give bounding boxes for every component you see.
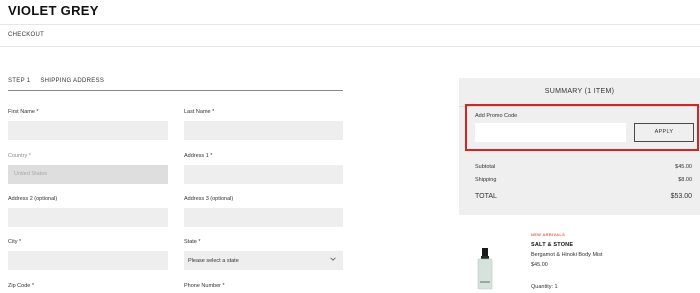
address1-label: Address 1 * (184, 153, 213, 159)
shipping-row: Shipping $8.00 (475, 177, 692, 183)
subtotal-label: Subtotal (475, 164, 496, 170)
product-brand[interactable]: SALT & STONE (531, 242, 573, 248)
order-summary: SUMMARY (1 ITEM) Add Promo Code APPLY Su… (459, 78, 700, 215)
city-field[interactable] (8, 251, 168, 270)
subtotal-row: Subtotal $45.00 (475, 164, 692, 170)
total-label: TOTAL (475, 193, 497, 200)
promo-code-input[interactable] (475, 123, 626, 142)
step-divider (8, 90, 343, 91)
state-select[interactable]: Please select a state (184, 251, 343, 270)
promo-label: Add Promo Code (475, 113, 518, 119)
shipping-label: Shipping (475, 177, 497, 183)
subtotal-value: $45.00 (675, 164, 692, 170)
product-price: $45.00 (531, 262, 548, 268)
bottle-icon (477, 248, 493, 290)
country-field: United States (8, 165, 168, 184)
site-header: VIOLET GREY (0, 0, 700, 25)
address2-field[interactable] (8, 208, 168, 227)
logo[interactable]: VIOLET GREY (8, 3, 99, 18)
step-title: SHIPPING ADDRESS (40, 78, 105, 84)
total-value: $53.00 (670, 193, 692, 200)
state-label: State * (184, 239, 201, 245)
summary-title: SUMMARY (1 ITEM) (544, 88, 615, 95)
address3-label: Address 3 (optional) (184, 196, 234, 202)
step-heading: STEP 1 SHIPPING ADDRESS (8, 78, 104, 84)
apply-button[interactable]: APPLY (634, 123, 694, 142)
step-number: STEP 1 (8, 78, 31, 84)
country-value: United States (14, 171, 48, 177)
last-name-label: Last Name * (184, 109, 215, 115)
total-row: TOTAL $53.00 (475, 193, 692, 200)
country-label: Country * (8, 153, 31, 159)
first-name-label: First Name * (8, 109, 39, 115)
shipping-value: $8.00 (678, 177, 692, 183)
zip-label: Zip Code * (8, 283, 34, 289)
chevron-down-icon (330, 257, 336, 261)
address2-label: Address 2 (optional) (8, 196, 58, 202)
checkout-bar: CHECKOUT (0, 25, 700, 47)
product-name[interactable]: Bergamot & Hinoki Body Mist (531, 252, 603, 258)
city-label: City * (8, 239, 22, 245)
last-name-field[interactable] (184, 121, 343, 140)
promo-section: Add Promo Code APPLY (465, 104, 699, 151)
address1-field[interactable] (184, 165, 343, 184)
first-name-field[interactable] (8, 121, 168, 140)
new-arrivals-badge: NEW ARRIVALS (531, 232, 566, 237)
product-quantity: Quantity: 1 (531, 284, 558, 290)
state-select-value: Please select a state (188, 258, 239, 264)
phone-label: Phone Number * (184, 283, 225, 289)
address3-field[interactable] (184, 208, 343, 227)
checkout-label: CHECKOUT (8, 32, 45, 38)
